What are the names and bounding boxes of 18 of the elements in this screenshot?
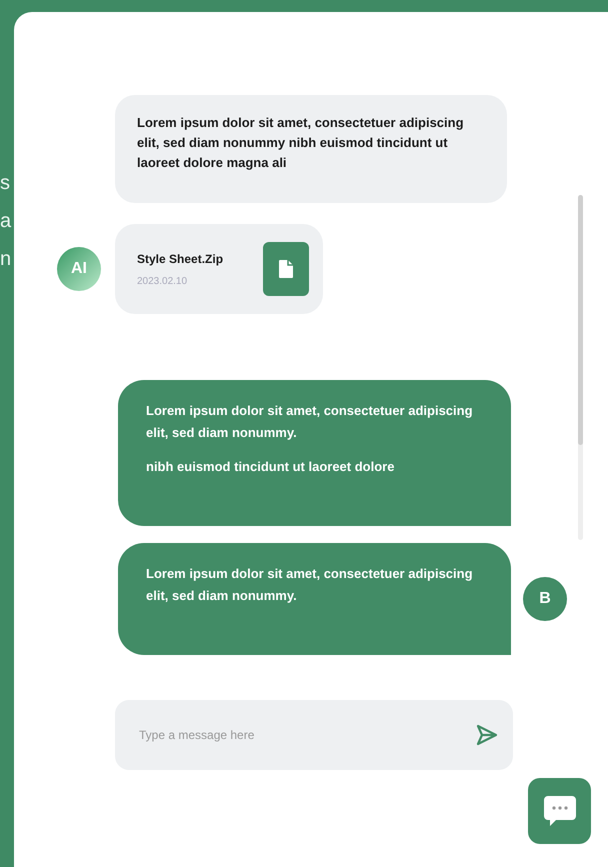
- message-text: Lorem ipsum dolor sit amet, consectetuer adipiscing elit, sed diam nonummy.: [146, 402, 474, 442]
- send-icon[interactable]: [475, 723, 499, 747]
- download-button[interactable]: [263, 242, 310, 296]
- message-input[interactable]: Type a message here: [137, 727, 475, 743]
- chat-bubble-icon: [542, 794, 578, 828]
- chat-button[interactable]: [528, 778, 591, 844]
- file-name: Style Sheet.Zip: [137, 252, 224, 266]
- background-text: s: [0, 171, 11, 196]
- message-text: nibh euismod tincidunt ut laoreet dolore: [146, 458, 396, 476]
- message-text: Lorem ipsum dolor sit amet, consectetuer adipiscing elit, sed diam nonummy nibh euismod tincidunt ut laoreet dolore magna ali: [137, 114, 465, 172]
- document-icon: [278, 259, 294, 279]
- file-date: 2023.02.10: [137, 276, 188, 286]
- avatar: B: [523, 577, 567, 621]
- background-text: a: [0, 209, 12, 234]
- scrollbar[interactable]: [578, 195, 583, 540]
- avatar: AI: [57, 247, 101, 291]
- background-text: n: [0, 247, 12, 272]
- message-text: Lorem ipsum dolor sit amet, consectetuer adipiscing elit, sed diam nonummy.: [146, 565, 474, 605]
